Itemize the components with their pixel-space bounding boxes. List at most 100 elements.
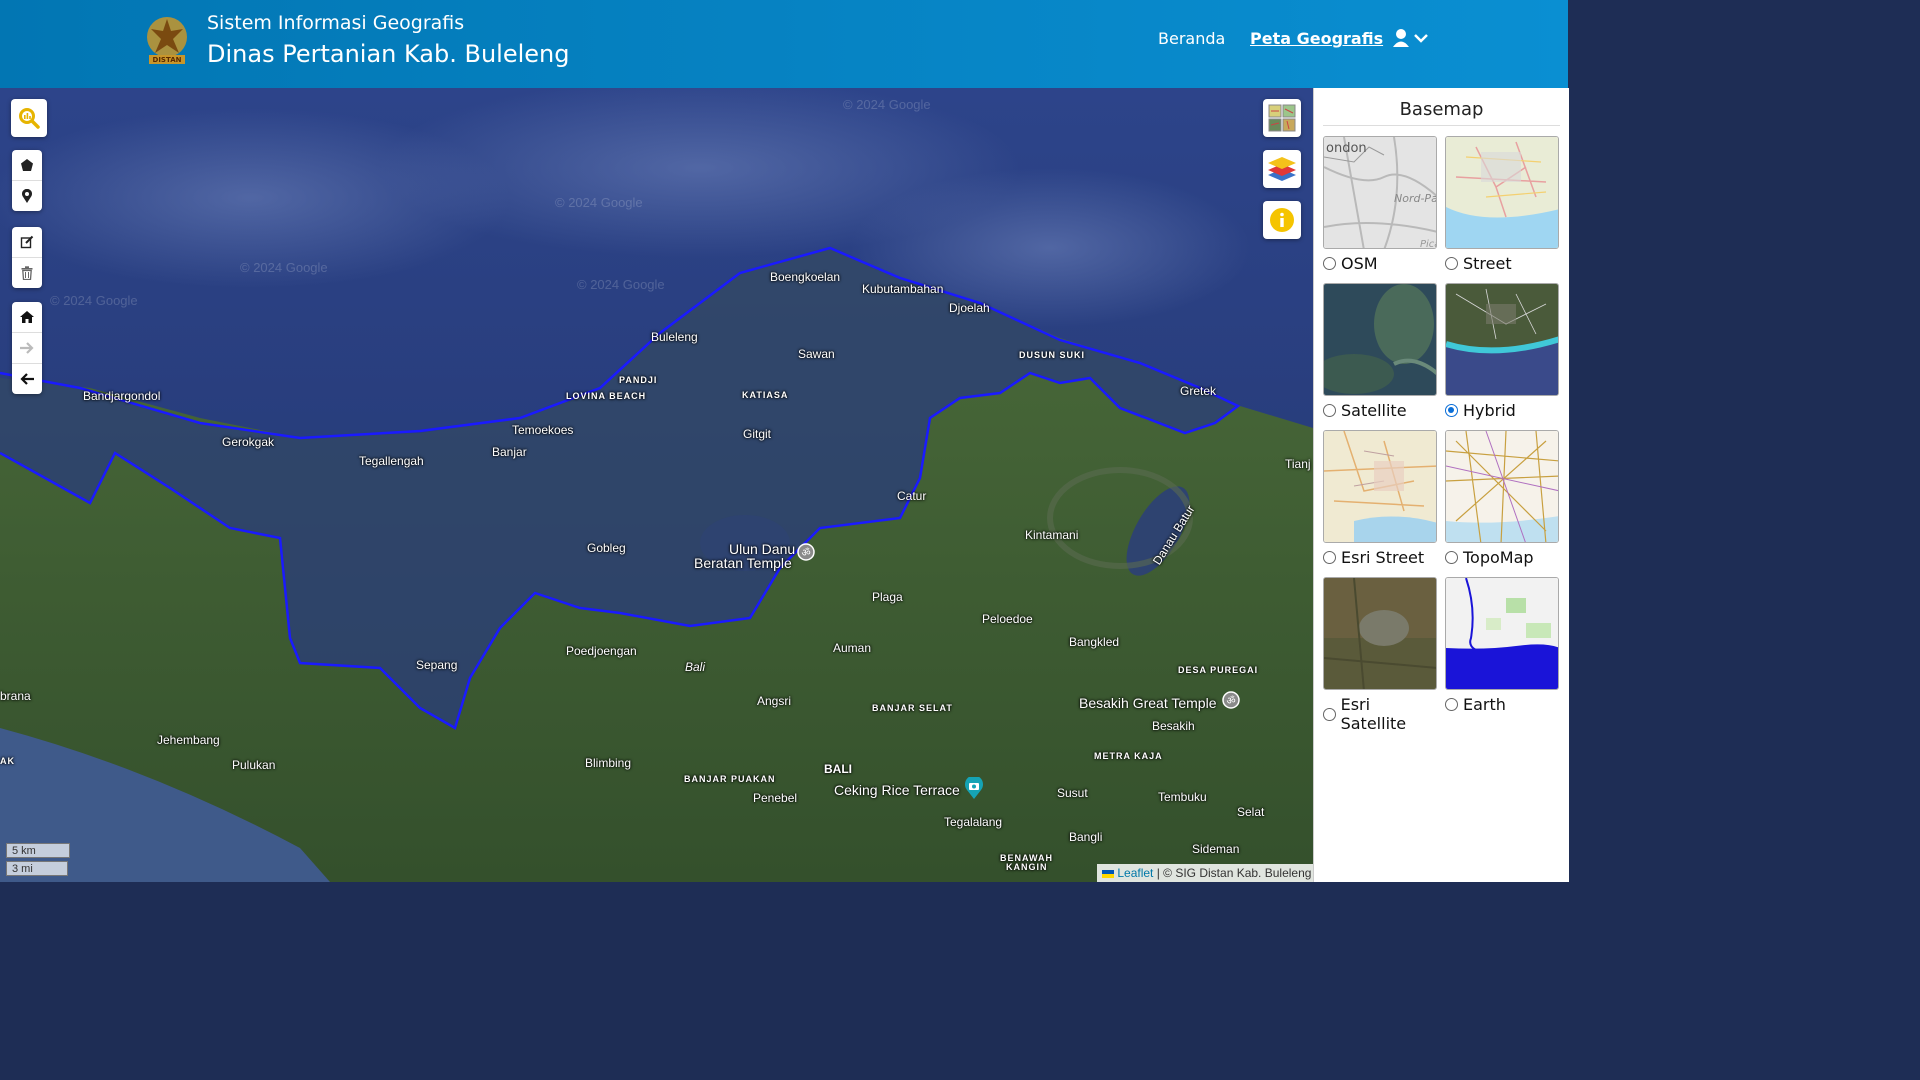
basemap-toggle-icon[interactable] [1263, 99, 1301, 137]
nav-beranda[interactable]: Beranda [1158, 29, 1225, 48]
place-label: KANGIN [1006, 862, 1048, 872]
radio-street[interactable] [1445, 257, 1458, 270]
option-label: Hybrid [1463, 401, 1516, 420]
basemap-panel: Basemap ondon Nord-Pas-d Pica OSM Street S… [1313, 88, 1569, 882]
place-label: KATIASA [742, 390, 789, 400]
svg-text:ॐ: ॐ [801, 547, 810, 559]
temple-poi-icon[interactable]: ॐ [1221, 690, 1241, 712]
place-label: AK [0, 756, 15, 766]
place-label: Ceking Rice Terrace [834, 782, 960, 798]
radio-esri-satellite[interactable] [1323, 707, 1336, 721]
navigation-toolbar [12, 302, 42, 394]
place-label: METRA KAJA [1094, 751, 1163, 761]
osm-thumbnail[interactable]: ondon Nord-Pas-d Pica [1323, 136, 1437, 249]
place-label: Tegallengah [359, 454, 424, 468]
basemap-option-hybrid[interactable]: Hybrid [1445, 283, 1559, 420]
map-view[interactable]: © 2024 Google © 2024 Google © 2024 Googl… [0, 88, 1313, 882]
camera-poi-icon[interactable] [963, 777, 985, 801]
basemap-option-street[interactable]: Street [1445, 136, 1559, 273]
svg-text:ondon: ondon [1326, 141, 1367, 156]
option-label: Esri Satellite [1340, 695, 1407, 733]
topomap-thumbnail[interactable] [1445, 430, 1559, 543]
option-label: Satellite [1341, 401, 1407, 420]
app-title: Dinas Pertanian Kab. Buleleng [207, 40, 570, 68]
delete-icon[interactable] [12, 257, 42, 288]
watermark: © 2024 Google [240, 260, 328, 275]
basemap-option-esri-street[interactable]: Esri Street [1323, 430, 1437, 567]
place-label: Susut [1057, 786, 1088, 800]
svg-text:Pica: Pica [1420, 239, 1437, 249]
street-thumbnail[interactable] [1445, 136, 1559, 249]
place-label: Poedjoengan [566, 644, 637, 658]
place-label: Bali [685, 660, 706, 674]
basemap-option-earth[interactable]: Earth [1445, 577, 1559, 714]
place-label: Djoelah [949, 301, 990, 315]
place-label: Kubutambahan [862, 282, 944, 296]
basemap-option-esri-satellite[interactable]: Esri Satellite [1323, 577, 1437, 733]
place-label: Bangli [1069, 830, 1103, 844]
home-icon[interactable] [12, 302, 42, 332]
option-label: Earth [1463, 695, 1506, 714]
radio-esri-street[interactable] [1323, 551, 1336, 564]
basemap-option-topomap[interactable]: TopoMap [1445, 430, 1559, 567]
place-label: Auman [833, 641, 872, 655]
basemap-option-satellite[interactable]: Satellite [1323, 283, 1437, 420]
place-label: brana [0, 689, 31, 703]
place-label: Blimbing [585, 756, 632, 770]
radio-earth[interactable] [1445, 698, 1458, 711]
basemap-option-osm[interactable]: ondon Nord-Pas-d Pica OSM [1323, 136, 1437, 273]
esri-satellite-thumbnail[interactable] [1323, 577, 1437, 690]
ukraine-flag-icon [1102, 869, 1114, 878]
radio-satellite[interactable] [1323, 404, 1336, 417]
place-label: Penebel [753, 791, 798, 805]
layers-icon[interactable] [1263, 150, 1301, 188]
satellite-thumbnail[interactable] [1323, 283, 1437, 396]
place-label: BANJAR SELAT [872, 703, 953, 713]
place-label: PANDJI [619, 375, 658, 385]
scale-km: 5 km [6, 843, 70, 858]
radio-osm[interactable] [1323, 257, 1336, 270]
place-label: Jehembang [157, 733, 220, 747]
back-arrow-icon[interactable] [12, 363, 42, 394]
search-icon[interactable] [11, 99, 47, 137]
option-label: Esri Street [1341, 548, 1425, 567]
place-label: Sawan [798, 347, 835, 361]
hybrid-thumbnail[interactable] [1445, 283, 1559, 396]
attribution: Leaflet | © SIG Distan Kab. Buleleng [1097, 864, 1313, 882]
place-label: Tianj [1285, 457, 1311, 471]
draw-polygon-icon[interactable] [12, 150, 42, 180]
option-label: Street [1463, 254, 1512, 273]
watermark: © 2024 Google [555, 195, 643, 210]
leaflet-link[interactable]: Leaflet [1117, 866, 1153, 880]
nav-peta-geografis[interactable]: Peta Geografis [1250, 29, 1383, 48]
place-label: Bangkled [1069, 635, 1120, 649]
user-menu-icon[interactable] [1392, 28, 1432, 50]
place-label: Beratan Temple [694, 555, 792, 571]
panel-title: Basemap [1323, 88, 1560, 126]
place-label: Tembuku [1158, 790, 1207, 804]
option-label: OSM [1341, 254, 1378, 273]
place-label: LOVINA BEACH [566, 391, 647, 401]
radio-topomap[interactable] [1445, 551, 1458, 564]
earth-thumbnail[interactable] [1445, 577, 1559, 690]
draw-marker-icon[interactable] [12, 180, 42, 211]
temple-poi-icon[interactable]: ॐ [796, 542, 816, 562]
attribution-text: | © SIG Distan Kab. Buleleng [1156, 866, 1312, 880]
place-label: Gitgit [743, 427, 772, 441]
place-label: Temoekoes [512, 423, 574, 437]
edit-toolbar [12, 227, 42, 288]
satellite-imagery [0, 88, 1313, 882]
place-label: Sepang [416, 658, 458, 672]
info-icon[interactable] [1263, 201, 1301, 239]
radio-hybrid[interactable] [1445, 404, 1458, 417]
esri-street-thumbnail[interactable] [1323, 430, 1437, 543]
svg-text:DISTAN: DISTAN [153, 56, 182, 64]
place-label: Gerokgak [222, 435, 275, 449]
option-label: TopoMap [1463, 548, 1534, 567]
forward-arrow-icon[interactable] [12, 332, 42, 363]
search-control[interactable] [11, 99, 47, 137]
watermark: © 2024 Google [50, 293, 138, 308]
edit-icon[interactable] [12, 227, 42, 257]
place-label: Banjar [492, 445, 527, 459]
place-label: DESA PUREGAI [1178, 665, 1259, 675]
